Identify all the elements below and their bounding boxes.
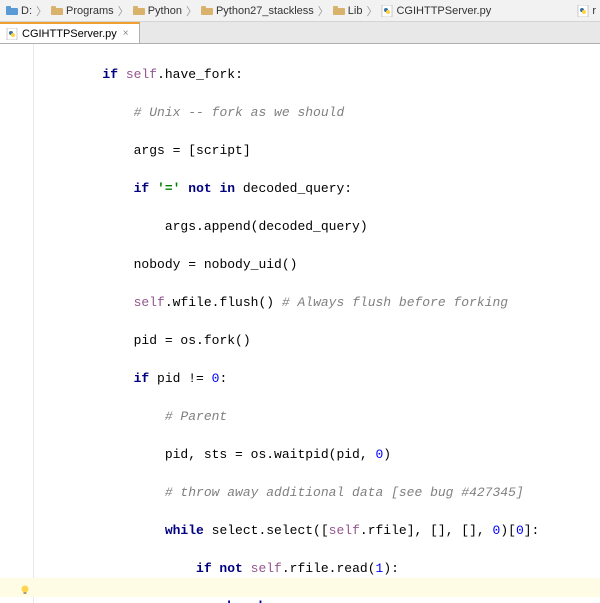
code-text: ]: — [524, 523, 540, 538]
chevron-right-icon: 〉 — [316, 3, 331, 19]
self-ref: self — [126, 67, 157, 82]
python-file-icon — [6, 28, 18, 40]
comment: # throw away additional data [see bug #4… — [165, 485, 524, 500]
keyword-while: while — [165, 523, 204, 538]
keyword-if: if — [102, 67, 118, 82]
tab-bar: CGIHTTPServer.py × — [0, 22, 600, 44]
self-ref: self — [251, 561, 282, 576]
folder-icon — [201, 6, 213, 16]
breadcrumb-item-programs[interactable]: Programs — [49, 5, 116, 17]
folder-icon — [333, 6, 345, 16]
drive-icon — [6, 6, 18, 16]
breadcrumb-label: Lib — [348, 5, 363, 17]
code-text: .rfile], [], [], — [360, 523, 493, 538]
keyword-if: if — [134, 371, 150, 386]
breadcrumb-item-python[interactable]: Python — [131, 5, 184, 17]
breadcrumb-label: Python27_stackless — [216, 5, 314, 17]
lightbulb-icon[interactable] — [20, 582, 30, 592]
breadcrumb-drive-label: D: — [21, 5, 32, 17]
code-text: select.select([ — [204, 523, 329, 538]
breadcrumb-item-file[interactable]: CGIHTTPServer.py — [379, 5, 493, 17]
chevron-right-icon: 〉 — [364, 3, 379, 19]
comment: # Parent — [165, 409, 227, 424]
breadcrumb-label: Programs — [66, 5, 114, 17]
folder-icon — [51, 6, 63, 16]
breadcrumb-label: Python — [148, 5, 182, 17]
keyword-break: break — [227, 599, 266, 603]
code-text: args = [script] — [134, 143, 251, 158]
python-file-icon — [381, 5, 393, 17]
code-text: decoded_query: — [235, 181, 352, 196]
keyword-if-not: if not — [196, 561, 243, 576]
python-file-icon — [577, 5, 589, 17]
comment: # Unix -- fork as we should — [134, 105, 345, 120]
keyword-not-in: not in — [188, 181, 235, 196]
breadcrumb-bar: D: 〉 Programs 〉 Python 〉 Python27_stackl… — [0, 0, 600, 22]
editor-gutter — [0, 44, 34, 603]
breadcrumb-label: CGIHTTPServer.py — [396, 5, 491, 17]
code-text: : — [219, 371, 227, 386]
code-text: ) — [383, 447, 391, 462]
code-text: .have_fork: — [157, 67, 243, 82]
breadcrumb-item-lib[interactable]: Lib — [331, 5, 365, 17]
tab-label: CGIHTTPServer.py — [22, 28, 117, 40]
code-text: pid = os.fork() — [134, 333, 251, 348]
self-ref: self — [134, 295, 165, 310]
comment: # Always flush before forking — [282, 295, 508, 310]
string-literal: '=' — [157, 181, 180, 196]
breadcrumb-right-label: r — [592, 5, 596, 17]
folder-icon — [133, 6, 145, 16]
chevron-right-icon: 〉 — [116, 3, 131, 19]
breadcrumb-right[interactable]: r — [577, 5, 596, 17]
self-ref: self — [329, 523, 360, 538]
code-text: pid != — [149, 371, 211, 386]
tab-cgihttpserver[interactable]: CGIHTTPServer.py × — [0, 22, 140, 43]
chevron-right-icon: 〉 — [34, 3, 49, 19]
number-literal: 0 — [516, 523, 524, 538]
code-text: args.append(decoded_query) — [165, 219, 368, 234]
code-text: nobody = nobody_uid() — [134, 257, 298, 272]
code-editor[interactable]: if self.have_fork: # Unix -- fork as we … — [0, 44, 600, 603]
code-text: pid, sts = os.waitpid(pid, — [165, 447, 376, 462]
code-text: )[ — [500, 523, 516, 538]
keyword-if: if — [134, 181, 150, 196]
current-line-highlight — [0, 578, 600, 597]
code-text: .rfile.read( — [282, 561, 376, 576]
close-icon[interactable]: × — [121, 28, 131, 39]
code-area[interactable]: if self.have_fork: # Unix -- fork as we … — [34, 44, 600, 603]
breadcrumb-item-python27[interactable]: Python27_stackless — [199, 5, 316, 17]
chevron-right-icon: 〉 — [184, 3, 199, 19]
breadcrumb-drive[interactable]: D: — [4, 5, 34, 17]
code-text: .wfile.flush() — [165, 295, 282, 310]
code-text: ): — [383, 561, 399, 576]
